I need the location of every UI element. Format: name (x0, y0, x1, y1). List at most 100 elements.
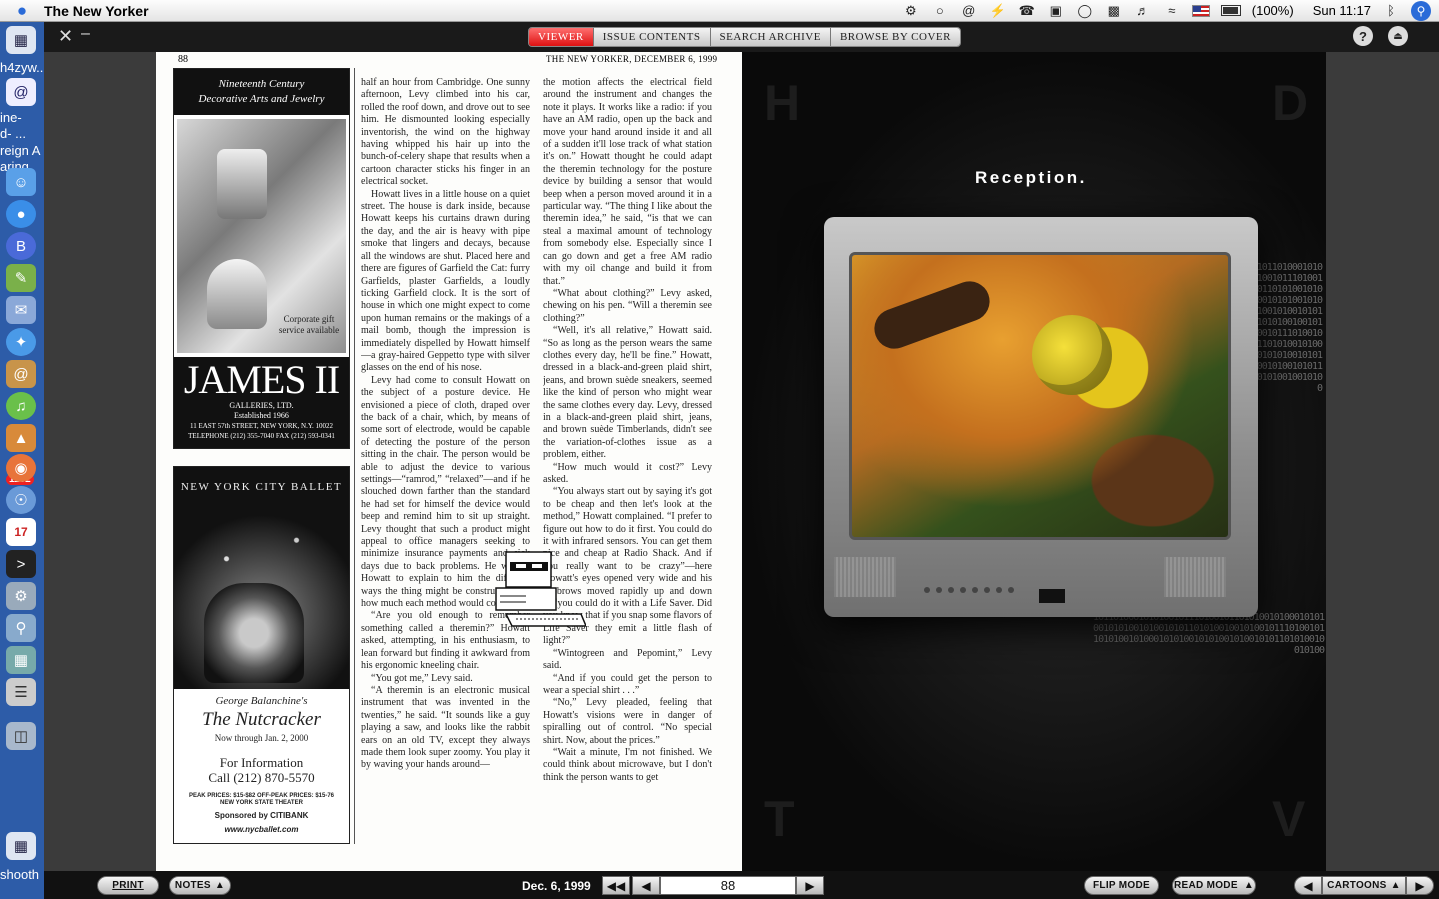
ad1-brand-name: JAMES II (183, 357, 340, 402)
ad1-heading-line1: Nineteenth Century (218, 78, 305, 90)
previous-page-button[interactable]: ◀ (632, 876, 660, 895)
binary-code-bottom: 1011010001010100101110100101101010010100… (1093, 612, 1325, 656)
tab-issue-contents[interactable]: ISSUE CONTENTS (593, 28, 711, 46)
dock-label-2: ine- (0, 110, 22, 125)
tab-search-archive[interactable]: SEARCH ARCHIVE (710, 28, 831, 46)
nyc-ballet-ad: NEW YORK CITY BALLET George Balanchine's… (173, 466, 350, 844)
disk-icon[interactable]: ☰ (6, 678, 36, 706)
notes-label: NOTES (174, 880, 211, 891)
spotlight-search-icon[interactable]: ⚲ (1411, 0, 1431, 21)
col1-para: “A theremin is an electronic musical ins… (361, 684, 530, 771)
minimize-icon[interactable]: – (81, 25, 90, 43)
ad1-phone: TELEPHONE (212) 355-7040 FAX (212) 593-0… (188, 432, 335, 440)
http-link-icon[interactable]: @ (6, 78, 36, 106)
tv-screen-football-photo (849, 252, 1231, 540)
menu-clock[interactable]: Sun 11:17 (1313, 3, 1371, 18)
ghost-letter-t: T (764, 791, 795, 847)
bbedit-icon[interactable]: B (6, 232, 36, 260)
print-button[interactable]: PRINT (97, 876, 159, 895)
dock-label-4: reign A (0, 143, 41, 158)
circle-status-icon[interactable]: ○ (931, 3, 949, 19)
read-mode-button[interactable]: READ MODE ▲ (1172, 876, 1256, 895)
terminal-icon[interactable]: > (6, 550, 36, 578)
itunes-icon[interactable]: ♫ (6, 392, 36, 420)
system-prefs-icon[interactable]: ⚙ (6, 582, 36, 610)
triangle-up-icon: ▲ (214, 880, 226, 891)
network-globe-icon[interactable]: ☉ (6, 486, 36, 514)
help-button[interactable]: ? (1353, 26, 1373, 46)
ad1-heading: Nineteenth Century Decorative Arts and J… (174, 69, 349, 115)
address-book-icon[interactable]: @ (6, 360, 36, 388)
display-icon[interactable]: ▩ (1105, 3, 1123, 19)
flip-mode-button[interactable]: FLIP MODE (1084, 876, 1159, 895)
ad1-heading-line2: Decorative Arts and Jewelry (198, 93, 325, 105)
preview-icon[interactable]: ⚲ (6, 614, 36, 642)
ad2-prices: PEAK PRICES: $15-$82 OFF-PEAK PRICES: $1… (188, 793, 335, 799)
col2-para: “Well, it's all relative,” Howatt said. … (543, 325, 712, 461)
page-number: 88 (178, 54, 188, 65)
next-page-button[interactable]: ▶ (796, 876, 824, 895)
ad2-theater: NEW YORK STATE THEATER (220, 800, 303, 806)
ical-icon[interactable]: 17 (6, 518, 36, 546)
us-flag-icon[interactable] (1191, 4, 1210, 17)
tv-speaker-right (1164, 557, 1226, 597)
gear-status-icon[interactable]: ⚙ (902, 3, 920, 19)
finder-icon[interactable]: ☺ (6, 168, 36, 196)
triangle-up-icon: ▲ (1243, 880, 1255, 891)
safari-compass-icon[interactable]: ✦ (6, 328, 36, 356)
bluetooth-icon[interactable]: ᛒ (1382, 3, 1400, 19)
gif-file-icon[interactable]: ▦ (6, 26, 36, 54)
cartoons-next-button[interactable]: ▶ (1406, 876, 1434, 895)
eject-icon[interactable]: ⏏ (1388, 26, 1408, 46)
page-number-field[interactable]: 88 (660, 876, 796, 895)
mail-icon[interactable]: ✉ (6, 296, 36, 324)
cartoons-button[interactable]: CARTOONS ▲ (1322, 876, 1406, 895)
binary-code-right: 1011010001010100101110100101101010010100… (1256, 262, 1323, 394)
wifi-icon[interactable]: ≈ (1163, 3, 1181, 19)
binoculars-icon[interactable]: ▣ (1047, 3, 1065, 19)
close-icon[interactable]: ✕ (58, 26, 73, 47)
video-chat-icon[interactable]: ● (6, 200, 36, 228)
tab-browse-by-cover[interactable]: BROWSE BY COVER (830, 28, 960, 46)
col1-para: Howatt lives in a little house on a quie… (361, 188, 530, 374)
col2-para: “What about clothing?” Levy asked, chewi… (543, 287, 712, 324)
volume-icon[interactable]: ♬ (1134, 3, 1152, 19)
first-page-button[interactable]: ◀◀ (602, 876, 630, 895)
app-name-menu[interactable]: The New Yorker (44, 3, 149, 19)
computer-illustration (495, 551, 586, 627)
viewer-tabs: VIEWER ISSUE CONTENTS SEARCH ARCHIVE BRO… (528, 27, 961, 47)
ad2-sponsor: Sponsored by CITIBANK (214, 811, 309, 820)
cartoons-prev-button[interactable]: ◀ (1294, 876, 1322, 895)
ad-headline: Reception. (975, 168, 1087, 187)
article-column-1: half an hour from Cambridge. One sunny a… (361, 77, 530, 833)
at-sign-icon[interactable]: @ (960, 3, 978, 19)
tab-viewer[interactable]: VIEWER (529, 28, 594, 46)
ad2-dates: Now through Jan. 2, 2000 (214, 733, 309, 743)
col2-para: “Wait a minute, I'm not finished. We cou… (543, 746, 712, 783)
ghost-letter-d: D (1272, 75, 1309, 131)
tv-speaker-left (834, 557, 896, 597)
apple-menu-icon[interactable]: ● (0, 1, 44, 21)
ad2-info1: For Information (219, 755, 304, 770)
gif-document-icon[interactable]: ▦ (6, 832, 36, 860)
iphoto-icon[interactable]: ▲ (6, 424, 36, 452)
left-page: 88 THE NEW YORKER, DECEMBER 6, 1999 Nine… (156, 52, 742, 871)
battery-icon[interactable] (1220, 5, 1241, 16)
col2-para: “And if you could get the person to wear… (543, 672, 712, 696)
ad1-gift-text: Corporate gift service available (278, 314, 340, 335)
ad2-url: www.nycballet.com (224, 825, 299, 834)
image-viewer-icon[interactable]: ▦ (6, 646, 36, 674)
notes-button[interactable]: NOTES ▲ (169, 876, 231, 895)
trash-icon[interactable]: ◫ (6, 722, 36, 750)
phone-icon[interactable]: ☎ (1018, 3, 1036, 19)
col1-para: half an hour from Cambridge. One sunny a… (361, 77, 530, 188)
chat-bubble-icon[interactable]: ◯ (1076, 3, 1094, 19)
ghost-letter-v: V (1272, 791, 1306, 847)
james-ii-ad: Nineteenth Century Decorative Arts and J… (173, 68, 350, 449)
ad2-heading: NEW YORK CITY BALLET (174, 467, 349, 507)
viewer-bottom-bar: PRINT NOTES ▲ Dec. 6, 1999 ◀◀ ◀ 88 ▶ FLI… (44, 871, 1439, 899)
lightning-icon[interactable]: ⚡ (989, 3, 1007, 19)
firefox-icon[interactable]: ◉ (6, 454, 36, 482)
running-head: THE NEW YORKER, DECEMBER 6, 1999 (546, 54, 718, 64)
pencil-app-icon[interactable]: ✎ (6, 264, 36, 292)
